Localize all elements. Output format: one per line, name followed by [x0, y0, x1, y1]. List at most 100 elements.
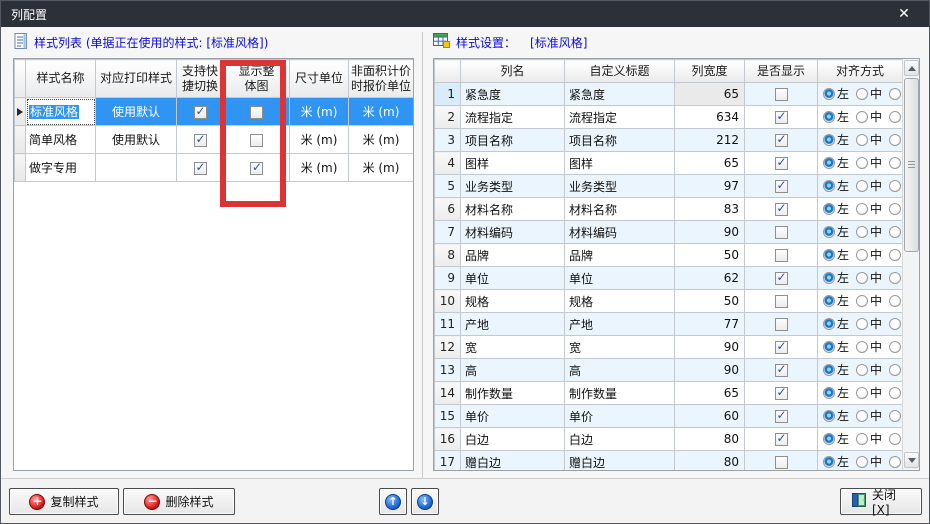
radio-icon[interactable]: [823, 432, 835, 445]
custom-title-cell[interactable]: 白边: [564, 427, 675, 451]
align-option[interactable]: 中: [856, 361, 882, 378]
align-option[interactable]: 右: [889, 407, 902, 424]
visible-checkbox[interactable]: [774, 132, 788, 147]
show-overall-checkbox[interactable]: [250, 160, 263, 175]
align-option[interactable]: 中: [856, 223, 882, 240]
custom-title-cell[interactable]: 品牌: [564, 243, 675, 267]
radio-icon[interactable]: [889, 317, 902, 330]
column-name-cell[interactable]: 紧急度: [460, 82, 565, 106]
radio-icon[interactable]: [823, 156, 835, 169]
radio-icon[interactable]: [823, 271, 835, 284]
visible-cell[interactable]: [744, 197, 818, 221]
visible-cell[interactable]: [744, 289, 818, 313]
radio-icon[interactable]: [823, 110, 835, 123]
column-width-cell[interactable]: 97: [674, 174, 745, 198]
custom-title-cell[interactable]: 产地: [564, 312, 675, 336]
visible-cell[interactable]: [744, 151, 818, 175]
column-setting-row[interactable]: 17赠白边赠白边80左中右: [434, 450, 903, 470]
style-list-column-header[interactable]: 尺寸单位: [289, 59, 349, 98]
radio-icon[interactable]: [856, 432, 869, 445]
column-setting-row[interactable]: 3项目名称项目名称212左中右: [434, 128, 903, 152]
visible-checkbox[interactable]: [774, 339, 788, 354]
column-width-cell[interactable]: 62: [674, 266, 745, 290]
align-option[interactable]: 右: [889, 361, 902, 378]
column-name-cell[interactable]: 材料编码: [460, 220, 565, 244]
row-indicator-cell[interactable]: [14, 153, 26, 182]
align-cell[interactable]: 左 中右: [817, 358, 903, 382]
radio-icon[interactable]: [823, 225, 835, 238]
visible-cell[interactable]: [744, 358, 818, 382]
visible-cell[interactable]: [744, 105, 818, 129]
column-width-cell[interactable]: 65: [674, 82, 745, 106]
align-option[interactable]: 左: [823, 430, 849, 447]
column-name-cell[interactable]: 白边: [460, 427, 565, 451]
align-option[interactable]: 左: [823, 85, 849, 102]
column-width-cell[interactable]: 90: [674, 220, 745, 244]
radio-icon[interactable]: [823, 386, 835, 399]
style-row[interactable]: 标准风格使用默认 米 (m)米 (m): [14, 97, 413, 126]
style-list-column-header[interactable]: 支持快 捷切换: [176, 59, 224, 98]
radio-icon[interactable]: [889, 179, 902, 192]
visible-cell[interactable]: [744, 381, 818, 405]
visible-cell[interactable]: [744, 266, 818, 290]
align-option[interactable]: 右: [889, 108, 902, 125]
column-width-cell[interactable]: 80: [674, 427, 745, 451]
row-number-cell[interactable]: 13: [434, 358, 461, 382]
column-setting-row[interactable]: 15单价单价60左中右: [434, 404, 903, 428]
column-setting-row[interactable]: 14制作数量制作数量65左中右: [434, 381, 903, 405]
column-setting-row[interactable]: 1紧急度紧急度65左中右: [434, 82, 903, 106]
visible-checkbox[interactable]: [774, 155, 788, 170]
row-number-cell[interactable]: 12: [434, 335, 461, 359]
align-option[interactable]: 右: [889, 177, 902, 194]
align-cell[interactable]: 左 中右: [817, 266, 903, 290]
radio-icon[interactable]: [856, 455, 869, 468]
column-name-cell[interactable]: 项目名称: [460, 128, 565, 152]
align-option[interactable]: 右: [889, 85, 902, 102]
align-cell[interactable]: 左 中右: [817, 289, 903, 313]
align-option[interactable]: 左: [823, 384, 849, 401]
size-unit-cell[interactable]: 米 (m): [289, 125, 349, 154]
radio-icon[interactable]: [889, 363, 902, 376]
column-setting-row[interactable]: 5业务类型业务类型97左中右: [434, 174, 903, 198]
visible-cell[interactable]: [744, 174, 818, 198]
row-indicator-cell[interactable]: [14, 97, 26, 126]
radio-icon[interactable]: [889, 271, 902, 284]
align-option[interactable]: 左: [823, 223, 849, 240]
quick-switch-cell[interactable]: [176, 153, 224, 182]
quote-unit-cell[interactable]: 米 (m): [348, 125, 413, 154]
visible-cell[interactable]: [744, 82, 818, 106]
visible-checkbox[interactable]: [774, 88, 788, 101]
column-setting-row[interactable]: 10规格规格50左中右: [434, 289, 903, 313]
radio-icon[interactable]: [823, 202, 835, 215]
quote-unit-cell[interactable]: 米 (m): [348, 97, 413, 126]
align-cell[interactable]: 左 中右: [817, 105, 903, 129]
custom-title-cell[interactable]: 材料编码: [564, 220, 675, 244]
align-option[interactable]: 左: [823, 177, 849, 194]
align-option[interactable]: 中: [856, 154, 882, 171]
column-width-cell[interactable]: 65: [674, 151, 745, 175]
style-row[interactable]: 做字专用 米 (m)米 (m): [14, 153, 413, 182]
radio-icon[interactable]: [889, 409, 902, 422]
align-option[interactable]: 中: [856, 177, 882, 194]
visible-checkbox[interactable]: [774, 431, 788, 446]
align-cell[interactable]: 左 中右: [817, 220, 903, 244]
align-cell[interactable]: 左 中右: [817, 128, 903, 152]
visible-checkbox[interactable]: [774, 362, 788, 377]
show-overall-checkbox[interactable]: [250, 133, 263, 147]
visible-cell[interactable]: [744, 312, 818, 336]
align-cell[interactable]: 左 中右: [817, 82, 903, 106]
custom-title-cell[interactable]: 赠白边: [564, 450, 675, 470]
align-option[interactable]: 中: [856, 430, 882, 447]
radio-icon[interactable]: [856, 340, 869, 353]
radio-icon[interactable]: [889, 110, 902, 123]
delete-style-button[interactable]: 删除样式: [123, 488, 235, 515]
align-option[interactable]: 右: [889, 269, 902, 286]
radio-icon[interactable]: [823, 248, 835, 261]
custom-title-cell[interactable]: 规格: [564, 289, 675, 313]
row-number-cell[interactable]: 16: [434, 427, 461, 451]
column-name-cell[interactable]: 流程指定: [460, 105, 565, 129]
align-option[interactable]: 左: [823, 108, 849, 125]
align-option[interactable]: 左: [823, 131, 849, 148]
row-number-cell[interactable]: 14: [434, 381, 461, 405]
column-setting-row[interactable]: 8品牌品牌50左中右: [434, 243, 903, 267]
